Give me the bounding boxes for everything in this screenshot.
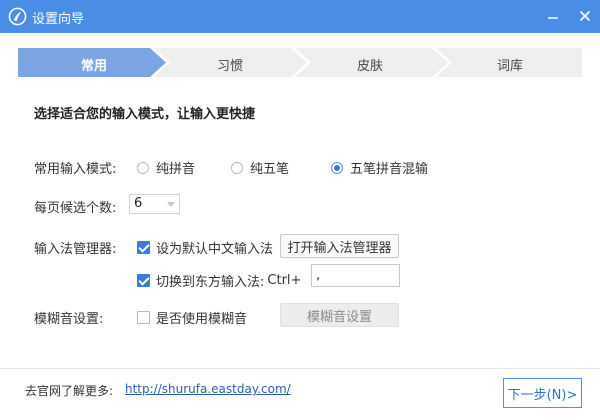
page-heading: 选择适合您的输入模式，让输入更快捷 xyxy=(34,107,256,122)
radio-mixed[interactable]: 五笔拼音混输 xyxy=(331,158,428,177)
radio-label: 纯五笔 xyxy=(250,162,290,177)
fuzzy-settings-button[interactable]: 模糊音设置 xyxy=(280,303,399,327)
minimize-icon xyxy=(548,17,558,19)
open-ime-manager-button[interactable]: 打开输入法管理器 xyxy=(280,234,399,258)
window-title: 设置向导 xyxy=(32,12,85,27)
radio-wubi[interactable]: 纯五笔 xyxy=(231,158,289,177)
footer-text: 去官网了解更多: xyxy=(25,384,114,398)
minimize-button[interactable] xyxy=(542,5,564,27)
radio-label: 纯拼音 xyxy=(156,162,196,177)
radio-circle xyxy=(231,161,243,174)
candidates-label: 每页候选个数: xyxy=(34,201,117,216)
radio-pinyin[interactable]: 纯拼音 xyxy=(137,158,195,177)
website-link[interactable]: http://shurufa.eastday.com/ xyxy=(125,382,291,396)
hotkey-input[interactable]: , xyxy=(311,264,400,287)
checkbox-label: 设为默认中文输入法 xyxy=(156,242,274,257)
app-logo-icon xyxy=(8,7,27,26)
default-ime-checkbox[interactable]: 设为默认中文输入法 xyxy=(137,238,273,257)
radio-circle xyxy=(137,161,149,174)
checkbox-checked-icon xyxy=(137,241,150,254)
candidates-select[interactable]: 6 xyxy=(129,194,180,214)
ime-manager-label: 输入法管理器: xyxy=(34,242,117,257)
tab-skin[interactable]: 皮肤 xyxy=(310,55,430,74)
title-bar: 设置向导 xyxy=(0,0,600,33)
tab-common[interactable]: 常用 xyxy=(34,55,154,74)
footer-divider xyxy=(0,368,600,369)
next-button[interactable]: 下一步(N)> xyxy=(503,378,582,408)
hotkey-prefix: Ctrl+ xyxy=(267,273,302,288)
tab-habits[interactable]: 习惯 xyxy=(170,55,290,74)
wizard-steps: 常用 习惯 皮肤 词库 xyxy=(18,48,582,77)
radio-circle-selected xyxy=(331,161,343,174)
close-icon xyxy=(579,10,591,22)
candidates-value: 6 xyxy=(134,196,143,211)
checkbox-unchecked-icon xyxy=(137,311,150,324)
radio-label: 五笔拼音混输 xyxy=(350,162,429,177)
chevron-down-icon xyxy=(167,202,175,207)
fuzzy-label: 模糊音设置: xyxy=(34,312,104,327)
checkbox-checked-icon xyxy=(137,274,150,287)
checkbox-label: 切换到东方输入法: xyxy=(156,275,265,290)
checkbox-label: 是否使用模糊音 xyxy=(156,312,248,327)
tab-dictionary[interactable]: 词库 xyxy=(450,55,570,74)
close-button[interactable] xyxy=(574,5,596,27)
fuzzy-checkbox[interactable]: 是否使用模糊音 xyxy=(137,308,247,327)
switch-ime-checkbox[interactable]: 切换到东方输入法: Ctrl+ xyxy=(137,271,301,290)
input-mode-label: 常用输入模式: xyxy=(34,162,117,177)
